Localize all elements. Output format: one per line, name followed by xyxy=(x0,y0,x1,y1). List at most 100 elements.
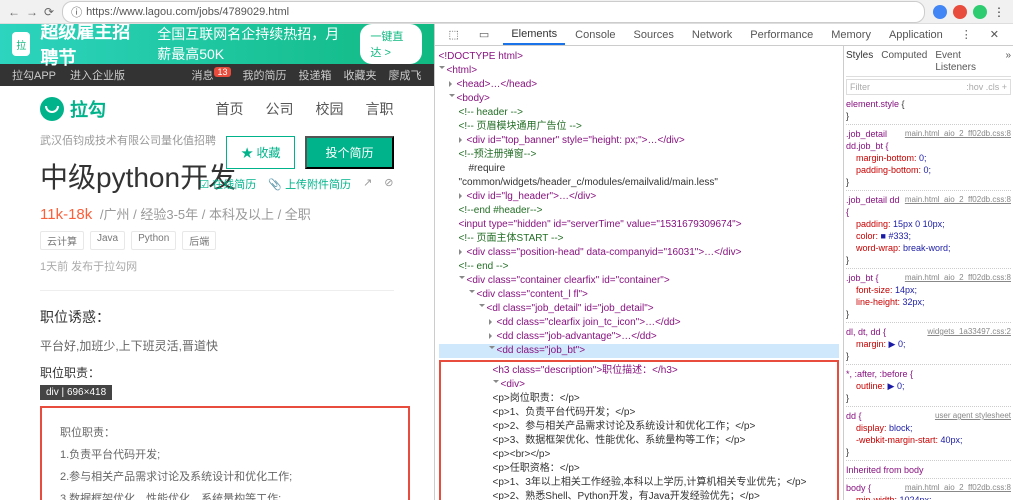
upload-resume-link[interactable]: 📎 上传附件简历 xyxy=(268,176,351,192)
tab-application[interactable]: Application xyxy=(881,26,951,44)
tab-elements[interactable]: Elements xyxy=(503,25,565,45)
nav-delivery[interactable]: 投递箱 xyxy=(299,67,332,83)
dom-line[interactable]: <head>…</head> xyxy=(439,78,840,92)
job-tags: 云计算 Java Python 后端 xyxy=(40,231,394,250)
message-badge: 13 xyxy=(214,67,230,77)
dom-line[interactable]: <p>2、熟悉Shell、Python开发，有Java开发经验优先；</p> xyxy=(443,490,836,500)
devtools-close-icon[interactable]: ✕ xyxy=(982,25,1007,44)
tab-listeners[interactable]: Event Listeners xyxy=(935,50,997,74)
share-icon[interactable]: ↗ xyxy=(363,176,372,192)
dom-line-selected[interactable]: <dd class="job_bt"> xyxy=(439,344,840,358)
dom-line[interactable]: <p>3、数据框架优化、性能优化、系统量构等工作；</p> xyxy=(443,434,836,448)
dom-line[interactable]: <p>任职资格：</p> xyxy=(443,462,836,476)
tab-network[interactable]: Network xyxy=(684,26,740,44)
dom-line[interactable]: <p>岗位职责：</p> xyxy=(443,392,836,406)
dom-text[interactable]: "common/widgets/header_c/modules/emailva… xyxy=(439,176,840,190)
dom-line[interactable]: <p>2、参与相关产品需求讨论及系统设计和优化工作；</p> xyxy=(443,420,836,434)
address-bar[interactable]: ⓘ https://www.lagou.com/jobs/4789029.htm… xyxy=(62,1,925,23)
dom-comment[interactable]: <!--end #header--> xyxy=(439,204,840,218)
dom-line[interactable]: <div id="lg_header">…</div> xyxy=(439,190,840,204)
dom-line[interactable]: <div id="top_banner" style="height: px;"… xyxy=(439,134,840,148)
site-logo[interactable]: 拉勾 xyxy=(40,96,106,122)
dom-line[interactable]: <html> xyxy=(439,64,840,78)
devtools-menu-icon[interactable]: ⋮ xyxy=(953,25,980,44)
report-icon[interactable]: ⊘ xyxy=(384,176,393,192)
dom-line[interactable]: <dd class="clearfix join_tc_icon">…</dd> xyxy=(439,316,840,330)
forward-icon[interactable]: → xyxy=(26,5,38,19)
ext-icon-1[interactable] xyxy=(933,5,947,19)
elements-tree[interactable]: <!DOCTYPE html> <html> <head>…</head> <b… xyxy=(435,46,844,500)
device-icon[interactable]: ▭ xyxy=(471,25,497,44)
inspect-icon[interactable]: ⬚ xyxy=(441,25,467,44)
nav-favorites[interactable]: 收藏夹 xyxy=(344,67,377,83)
tab-console[interactable]: Console xyxy=(567,26,623,44)
style-rule[interactable]: main.html_aio_2_ff02db.css:8.job_detail … xyxy=(846,128,1011,191)
devtools-panel: ⬚ ▭ Elements Console Sources Network Per… xyxy=(434,24,1013,500)
tab-styles[interactable]: Styles xyxy=(846,50,873,74)
logo-text: 拉勾 xyxy=(70,96,106,122)
dom-line[interactable]: <p>1、负责平台代码开发；</p> xyxy=(443,406,836,420)
tag-item: 后端 xyxy=(182,231,216,250)
nav-username[interactable]: 廖成飞 xyxy=(389,67,422,83)
styles-filter[interactable]: Filter :hov .cls + xyxy=(846,79,1011,95)
nav-message[interactable]: 消息13 xyxy=(191,67,230,83)
style-rule[interactable]: main.html_aio_2_ff02db.css:8body {min-wi… xyxy=(846,482,1011,500)
styletabs-more-icon[interactable]: » xyxy=(1005,50,1011,74)
style-rule[interactable]: *, :after, :before {outline: ▶ 0;} xyxy=(846,368,1011,407)
dom-line[interactable]: <dl class="job_detail" id="job_detail"> xyxy=(439,302,840,316)
dom-line[interactable]: <p>1、3年以上相关工作经验,本科以上学历,计算机相关专业优先；</p> xyxy=(443,476,836,490)
online-resume-link[interactable]: ☑ 在线简历 xyxy=(199,176,256,192)
nav-company[interactable]: 公司 xyxy=(266,99,294,119)
tag-item: Java xyxy=(90,231,125,250)
style-rule[interactable]: user agent stylesheetdd {display: block;… xyxy=(846,410,1011,461)
banner-subtitle: 全国互联网名企持续热招，月薪最高50K xyxy=(157,24,348,64)
menu-icon[interactable]: ⋮ xyxy=(993,5,1005,19)
send-resume-button[interactable]: 投个简历 xyxy=(305,136,393,169)
nav-home[interactable]: 首页 xyxy=(216,99,244,119)
tab-sources[interactable]: Sources xyxy=(626,26,682,44)
dom-comment[interactable]: <!-- 页眉模块通用广告位 --> xyxy=(439,120,840,134)
tab-memory[interactable]: Memory xyxy=(823,26,879,44)
job-meta: /广州 / 经验3-5年 / 本科及以上 / 全职 xyxy=(100,207,311,222)
dom-line[interactable]: <dd class="job-advantage">…</dd> xyxy=(439,330,840,344)
dom-line[interactable]: <body> xyxy=(439,92,840,106)
dom-comment[interactable]: <!--预注册弹窗--> xyxy=(439,148,840,162)
extensions: ⋮ xyxy=(933,5,1005,19)
dom-comment[interactable]: <!-- 页面主体START --> xyxy=(439,232,840,246)
style-rule[interactable]: widgets_1a33497.css:2dl, dt, dd {margin:… xyxy=(846,326,1011,365)
site-header: 拉勾 首页 公司 校园 言职 xyxy=(0,86,434,132)
dom-line[interactable]: <p><br></p> xyxy=(443,448,836,462)
nav-campus[interactable]: 校园 xyxy=(316,99,344,119)
style-rule[interactable]: main.html_aio_2_ff02db.css:8.job_bt {fon… xyxy=(846,272,1011,323)
style-rule[interactable]: main.html_aio_2_ff02db.css:8.job_detail … xyxy=(846,194,1011,269)
dom-line[interactable]: <!DOCTYPE html> xyxy=(439,50,840,64)
ext-icon-3[interactable] xyxy=(973,5,987,19)
dom-line[interactable]: <input type="hidden" id="serverTime" val… xyxy=(439,218,840,232)
favorite-button[interactable]: ★ 收藏 xyxy=(226,136,295,169)
dom-text[interactable]: #require xyxy=(439,162,840,176)
dom-line[interactable]: <h3 class="description">职位描述：</h3> xyxy=(443,364,836,378)
tab-computed[interactable]: Computed xyxy=(881,50,927,74)
dom-line[interactable]: <div class="content_l fl"> xyxy=(439,288,840,302)
ext-icon-2[interactable] xyxy=(953,5,967,19)
banner-cta-button[interactable]: 一键直达 > xyxy=(360,24,421,64)
tab-performance[interactable]: Performance xyxy=(742,26,821,44)
tag-item: 云计算 xyxy=(40,231,84,250)
promo-banner[interactable]: 拉 超级雇主招聘节 全国互联网名企持续热招，月薪最高50K 一键直达 > xyxy=(0,24,434,64)
banner-logo-icon: 拉 xyxy=(12,32,30,56)
hov-cls-toggle[interactable]: :hov .cls + xyxy=(966,81,1007,93)
dom-line[interactable]: <div> xyxy=(443,378,836,392)
nav-resume[interactable]: 我的简历 xyxy=(243,67,287,83)
dom-comment[interactable]: <!-- end --> xyxy=(439,260,840,274)
highlighted-dom-region: 职位职责： 1.负责平台代码开发; 2.参与相关产品需求讨论及系统设计和优化工作… xyxy=(40,406,410,500)
style-rule[interactable]: Inherited from body xyxy=(846,464,1011,479)
dom-line[interactable]: <div class="position-head" data-companyi… xyxy=(439,246,840,260)
dom-line[interactable]: <div class="container clearfix" id="cont… xyxy=(439,274,840,288)
reload-icon[interactable]: ⟳ xyxy=(44,5,54,19)
advantage-text: 平台好,加班少,上下班灵活,晋道快 xyxy=(40,337,394,354)
lock-icon: ⓘ xyxy=(71,4,82,20)
style-rule[interactable]: element.style { } xyxy=(846,98,1011,125)
dom-comment[interactable]: <!-- header --> xyxy=(439,106,840,120)
back-icon[interactable]: ← xyxy=(8,5,20,19)
nav-yanzhi[interactable]: 言职 xyxy=(366,99,394,119)
